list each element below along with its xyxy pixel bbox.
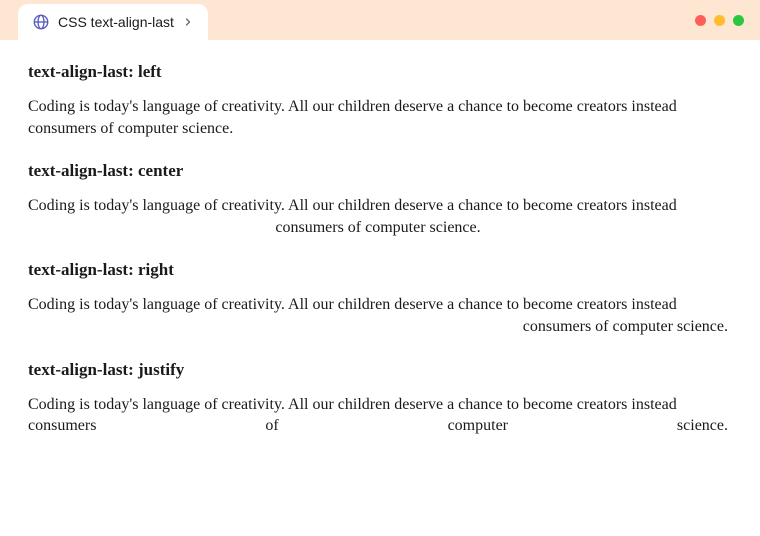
heading-left: text-align-last: left <box>28 62 732 82</box>
window-controls <box>695 15 744 26</box>
heading-center: text-align-last: center <box>28 161 732 181</box>
tab-title: CSS text-align-last <box>58 14 174 30</box>
window-chrome: CSS text-align-last <box>0 0 760 40</box>
paragraph-left: Coding is today's language of creativity… <box>28 96 728 139</box>
globe-icon <box>32 13 50 31</box>
paragraph-center: Coding is today's language of creativity… <box>28 195 728 238</box>
close-window-button[interactable] <box>695 15 706 26</box>
browser-tab[interactable]: CSS text-align-last <box>18 4 208 40</box>
maximize-window-button[interactable] <box>733 15 744 26</box>
paragraph-justify: Coding is today's language of creativity… <box>28 394 728 437</box>
chevron-right-icon <box>182 16 194 28</box>
paragraph-right: Coding is today's language of creativity… <box>28 294 728 337</box>
minimize-window-button[interactable] <box>714 15 725 26</box>
heading-right: text-align-last: right <box>28 260 732 280</box>
heading-justify: text-align-last: justify <box>28 360 732 380</box>
content-area: text-align-last: left Coding is today's … <box>0 40 760 536</box>
